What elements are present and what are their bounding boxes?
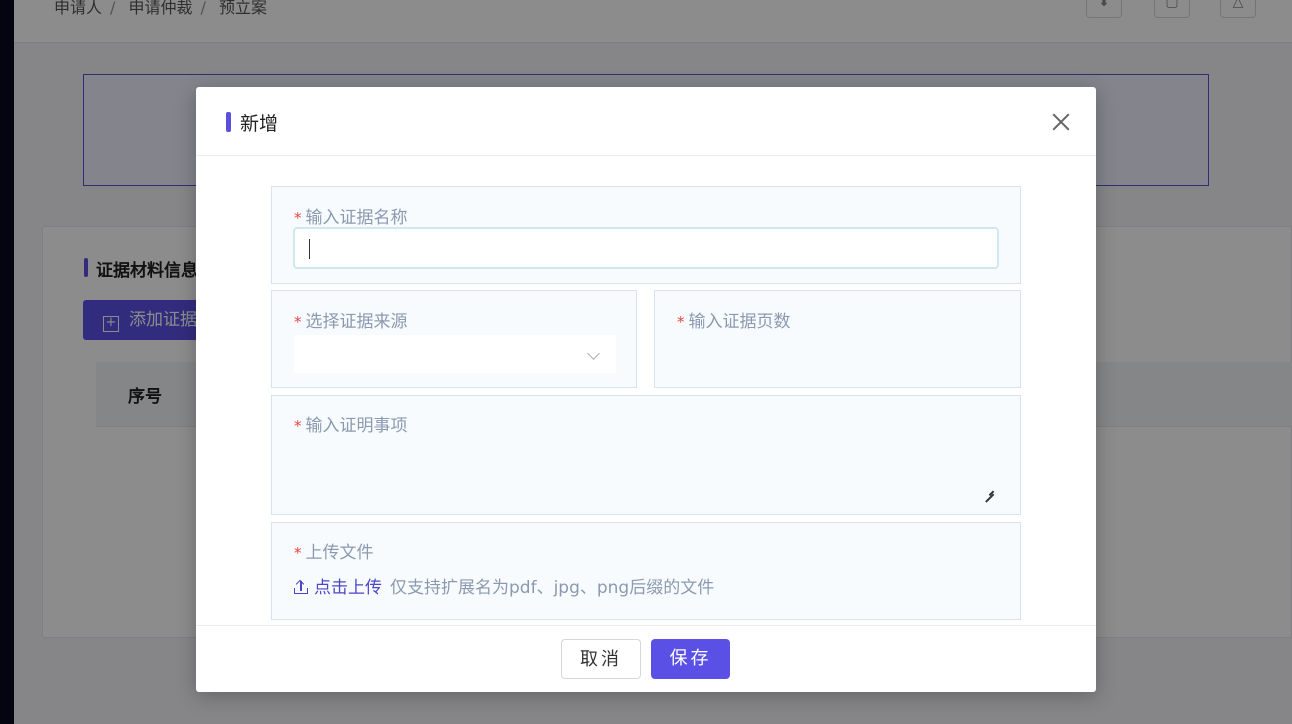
chevron-down-icon	[587, 347, 600, 360]
upload-link[interactable]: 点击上传	[294, 578, 382, 598]
proof-matter-label: * 输入证明事项	[294, 411, 408, 436]
label-text: 输入证据名称	[305, 208, 408, 228]
evidence-name-field: * 输入证据名称	[271, 186, 1021, 284]
evidence-name-input[interactable]	[293, 227, 999, 269]
upload-label: * 上传文件	[294, 538, 374, 563]
proof-matter-field[interactable]: * 输入证明事项	[271, 395, 1021, 515]
label-text: 上传文件	[305, 543, 374, 563]
close-icon[interactable]	[1048, 109, 1074, 135]
required-mark: *	[294, 313, 302, 331]
cancel-button[interactable]: 取消	[561, 639, 641, 679]
text-cursor	[309, 239, 310, 259]
upload-hint: 仅支持扩展名为pdf、jpg、png后缀的文件	[390, 578, 715, 598]
save-button[interactable]: 保存	[651, 639, 730, 679]
required-mark: *	[294, 544, 302, 562]
upload-row: 点击上传 仅支持扩展名为pdf、jpg、png后缀的文件	[294, 573, 714, 598]
resize-handle-icon[interactable]	[984, 484, 994, 494]
evidence-source-field: * 选择证据来源	[271, 290, 637, 388]
evidence-pages-field[interactable]: * 输入证据页数	[654, 290, 1021, 388]
upload-field: * 上传文件 点击上传 仅支持扩展名为pdf、jpg、png后缀的文件	[271, 522, 1021, 620]
label-text: 输入证明事项	[305, 416, 408, 436]
required-mark: *	[294, 209, 302, 227]
upload-link-text: 点击上传	[314, 578, 382, 598]
add-evidence-dialog: 新增 * 输入证据名称 * 选择证据来源 * 输入证据页数 * 输入证明事项 * 上传文件…	[196, 87, 1096, 692]
label-text: 输入证据页数	[688, 312, 791, 332]
evidence-pages-label: * 输入证据页数	[677, 307, 791, 332]
evidence-source-label: * 选择证据来源	[294, 307, 408, 332]
evidence-name-label: * 输入证据名称	[294, 203, 408, 228]
required-mark: *	[294, 417, 302, 435]
dialog-title: 新增	[226, 109, 278, 136]
dialog-footer: 取消 保存	[196, 625, 1096, 692]
dialog-header: 新增	[196, 87, 1096, 156]
label-text: 选择证据来源	[305, 312, 408, 332]
upload-icon	[294, 579, 308, 594]
required-mark: *	[677, 313, 685, 331]
evidence-source-select[interactable]	[294, 335, 616, 373]
